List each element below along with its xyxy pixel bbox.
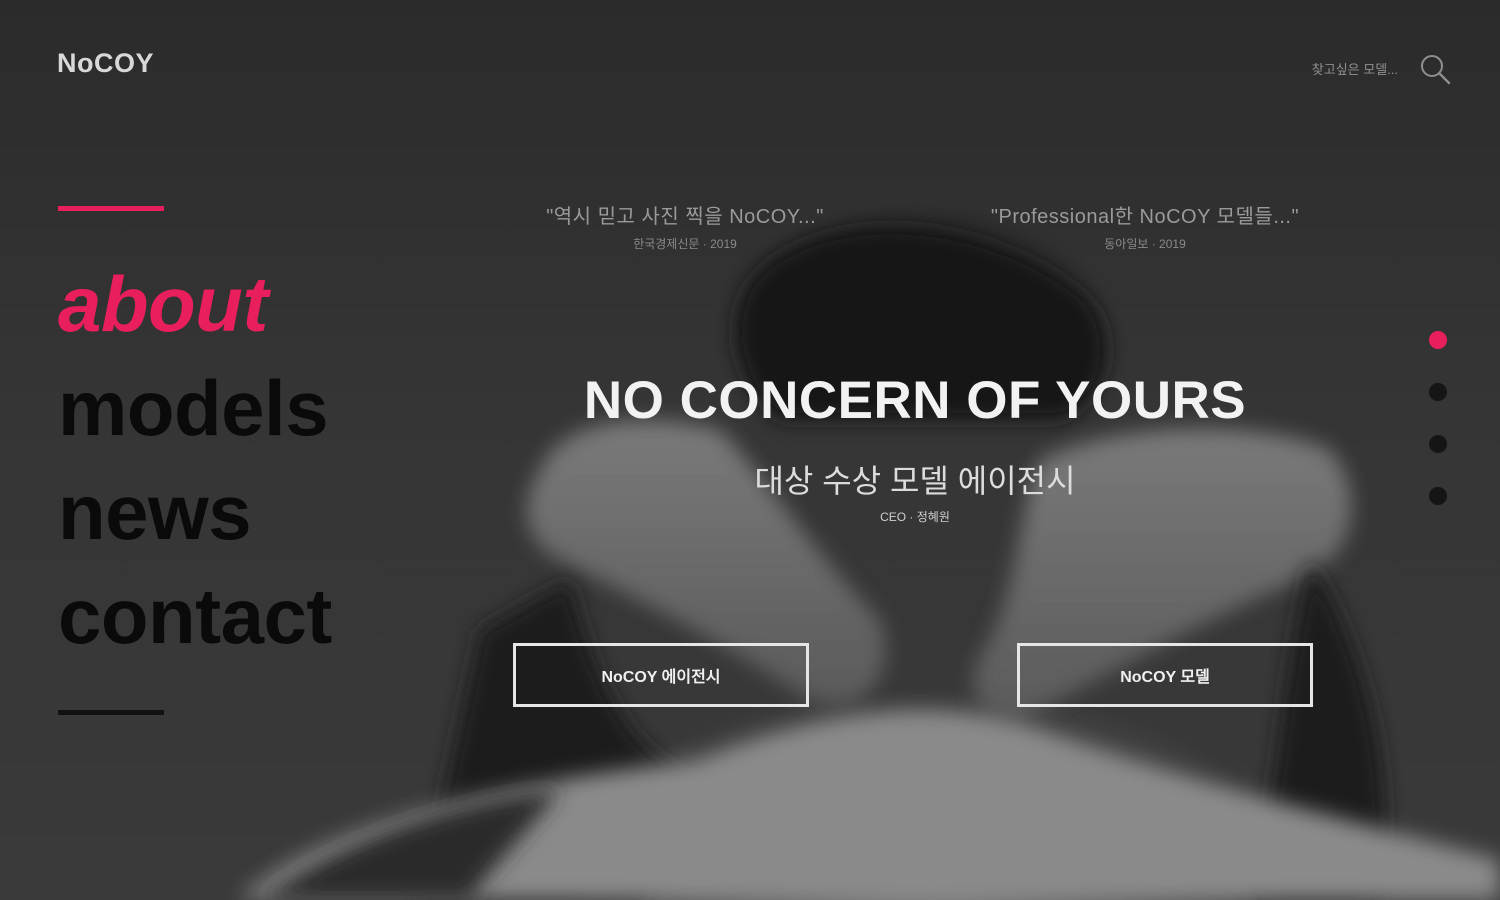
quote-text: "역시 믿고 사진 찍을 NoCOY..." (546, 206, 824, 228)
press-quote: "역시 믿고 사진 찍을 NoCOY..." 한국경제신문 · 2019 (480, 200, 890, 252)
nav-item-models[interactable]: models (58, 356, 332, 460)
quote-text: "Professional한 NoCOY 모델들..." (990, 206, 1300, 228)
nav-divider-line (58, 710, 164, 715)
slider-dot[interactable] (1429, 383, 1447, 401)
nav-accent-line (58, 206, 164, 211)
slider-pagination (1429, 331, 1447, 539)
nav-item-about[interactable]: about (58, 252, 332, 356)
brand-logo[interactable]: NoCOY (57, 48, 154, 79)
search-input[interactable] (1286, 60, 1400, 78)
quote-source: 동아일보 · 2019 (1104, 237, 1186, 251)
nav-item-contact[interactable]: contact (58, 564, 332, 668)
hero-title: NO CONCERN OF YOURS (583, 371, 1247, 430)
agency-button[interactable]: NoCOY 에이전시 (513, 643, 809, 707)
quote-source: 한국경제신문 · 2019 (633, 237, 737, 251)
main-nav: about models news contact (58, 252, 332, 668)
hero-subtitle: 대상 수상 모델 에이전시 (754, 463, 1076, 499)
models-button[interactable]: NoCOY 모델 (1017, 643, 1313, 707)
search-icon[interactable] (1418, 52, 1452, 86)
slider-dot[interactable] (1429, 487, 1447, 505)
slider-dot[interactable] (1429, 435, 1447, 453)
search-bar (1286, 52, 1452, 86)
press-quote: "Professional한 NoCOY 모델들..." 동아일보 · 2019 (920, 200, 1370, 252)
hero-caption: CEO · 정혜원 (880, 510, 950, 524)
slider-dot[interactable] (1429, 331, 1447, 349)
nav-item-news[interactable]: news (58, 460, 332, 564)
